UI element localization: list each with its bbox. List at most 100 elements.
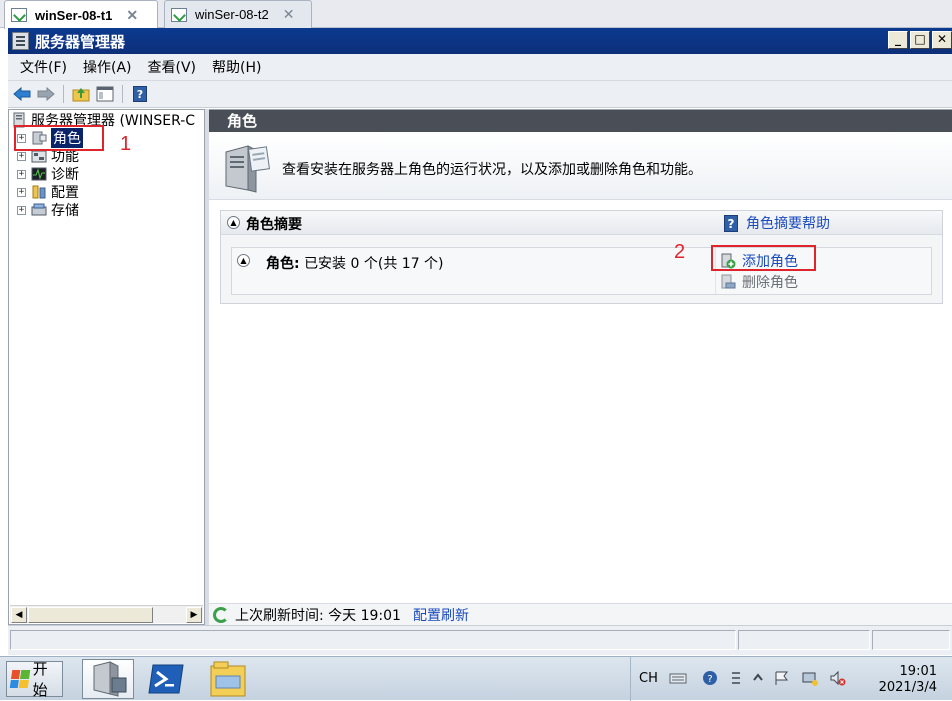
roles-status: 角色: 已安装 0 个(共 17 个): [266, 253, 444, 273]
scrollbar-thumb[interactable]: [28, 607, 153, 623]
pane-description: 查看安装在服务器上角色的运行状况，以及添加或删除角色和功能。: [209, 134, 952, 200]
roles-label: 角色:: [266, 256, 300, 272]
back-arrow-icon: [13, 87, 31, 101]
minimize-button[interactable]: _: [888, 31, 908, 49]
taskbar-powershell[interactable]: [140, 659, 192, 699]
storage-icon: [31, 203, 47, 216]
toolbar: ?: [8, 81, 952, 108]
configuration-icon: [32, 185, 46, 199]
toolbar-separator: [122, 85, 123, 103]
maximize-button[interactable]: □: [910, 31, 930, 49]
remove-roles-link[interactable]: 删除角色: [720, 272, 798, 292]
help-icon: ?: [133, 86, 147, 102]
collapse-icon[interactable]: ▲: [237, 254, 250, 267]
taskbar-file-explorer[interactable]: [202, 659, 254, 699]
server-manager-icon: [12, 32, 29, 50]
tray-options-icon[interactable]: [727, 670, 745, 686]
window-title-bar: 服务器管理器 _ □ ✕: [8, 28, 952, 54]
expand-icon[interactable]: +: [17, 151, 26, 161]
refresh-status: 上次刷新时间: 今天 19:01 配置刷新: [209, 603, 952, 625]
help-icon: ?: [724, 214, 738, 232]
start-button[interactable]: 开始: [6, 660, 63, 699]
roles-summary-help-link[interactable]: ? 角色摘要帮助: [724, 213, 830, 233]
server-roles-icon: [225, 145, 270, 193]
tree-item-label: 诊断: [51, 167, 79, 183]
powershell-icon: [148, 664, 184, 694]
tree-item-diagnostics[interactable]: + 诊断: [17, 165, 79, 183]
close-button[interactable]: ✕: [932, 31, 952, 49]
roles-count: 已安装 0 个(共 17 个): [304, 256, 444, 272]
clock-time: 19:01: [899, 664, 937, 679]
keyboard-icon[interactable]: [669, 670, 687, 686]
vm-tab-label: winSer-08-t1: [35, 7, 113, 23]
tree-item-label: 配置: [51, 185, 79, 201]
show-hide-console-tree-button[interactable]: [95, 84, 115, 104]
annotation-number-1: 1: [120, 133, 132, 155]
menu-action[interactable]: 操作(A): [75, 57, 140, 77]
roles-summary-section: ▲ 角色摘要 ? 角色摘要帮助 ▲ 角色: 已安装 0 个(共 17 个) 添加…: [220, 210, 943, 304]
taskbar: 开始 CH ? 19:01 2021/3/4: [0, 656, 952, 701]
menu-file[interactable]: 文件(F): [12, 57, 75, 77]
vm-tab-winser-08-t1[interactable]: winSer-08-t1 ✕: [4, 0, 158, 29]
close-icon[interactable]: ✕: [126, 7, 138, 24]
help-link-label: 角色摘要帮助: [746, 216, 830, 232]
help-circle-icon[interactable]: ?: [701, 670, 719, 686]
tree-item-label: 存储: [51, 203, 79, 219]
taskbar-server-manager[interactable]: [82, 659, 134, 699]
expand-icon[interactable]: +: [17, 187, 26, 197]
configure-refresh-link[interactable]: 配置刷新: [413, 605, 469, 625]
back-button[interactable]: [12, 84, 32, 104]
console-tree: 服务器管理器 (WINSER-C + 角色 + 功能 + 诊断 + 配置 + 存…: [8, 109, 205, 625]
section-title: 角色摘要: [246, 217, 302, 233]
tree-horizontal-scrollbar[interactable]: ◀ ▶: [10, 605, 203, 623]
status-cell: [738, 630, 870, 650]
toolbar-separator: [63, 85, 64, 103]
details-pane: 角色 查看安装在服务器上角色的运行状况，以及添加或删除角色和功能。 ▲ 角色摘要…: [209, 109, 952, 625]
diagnostics-icon: [31, 167, 47, 181]
language-indicator[interactable]: CH: [639, 671, 658, 686]
close-icon[interactable]: ✕: [283, 6, 295, 23]
expand-icon[interactable]: +: [17, 169, 26, 179]
svg-text:?: ?: [137, 88, 143, 101]
scroll-right-icon[interactable]: ▶: [186, 607, 202, 623]
tree-item-configuration[interactable]: + 配置: [17, 183, 79, 201]
vm-tab-strip: winSer-08-t1 ✕ winSer-08-t2 ✕: [0, 0, 952, 29]
vm-tab-winser-08-t2[interactable]: winSer-08-t2 ✕: [164, 0, 312, 28]
system-tray: CH ? 19:01 2021/3/4: [630, 657, 952, 701]
show-hidden-icons-icon[interactable]: [749, 670, 767, 686]
last-refresh-text: 上次刷新时间: 今天 19:01: [235, 607, 401, 624]
scroll-left-icon[interactable]: ◀: [11, 607, 27, 623]
window-title: 服务器管理器: [35, 32, 126, 51]
action-center-flag-icon[interactable]: [773, 670, 791, 686]
vm-tab-label: winSer-08-t2: [195, 7, 269, 22]
vm-icon: [11, 8, 27, 22]
server-manager-icon: [93, 661, 127, 697]
collapse-icon[interactable]: ▲: [227, 216, 240, 229]
forward-button[interactable]: [36, 84, 56, 104]
annotation-box-add-roles: [711, 245, 816, 271]
tree-item-storage[interactable]: + 存储: [17, 201, 79, 219]
pane-description-text: 查看安装在服务器上角色的运行状况，以及添加或删除角色和功能。: [282, 162, 702, 178]
menu-view[interactable]: 查看(V): [140, 57, 205, 77]
section-header: ▲ 角色摘要 ? 角色摘要帮助: [221, 211, 942, 235]
status-cell: [10, 630, 736, 650]
clock-date: 2021/3/4: [878, 680, 937, 695]
volume-muted-icon[interactable]: [829, 670, 847, 686]
expand-icon[interactable]: +: [17, 205, 26, 215]
clock[interactable]: 19:01 2021/3/4: [869, 664, 937, 696]
annotation-number-2: 2: [674, 241, 686, 263]
console-tree-icon: [96, 86, 114, 102]
folder-up-icon: [72, 88, 90, 102]
network-icon[interactable]: [801, 670, 819, 686]
up-one-level-button[interactable]: [71, 84, 91, 104]
help-button[interactable]: ?: [130, 84, 150, 104]
vm-icon: [171, 7, 187, 22]
forward-arrow-icon: [37, 87, 55, 101]
menu-bar: 文件(F) 操作(A) 查看(V) 帮助(H): [8, 54, 952, 81]
status-cell: [872, 630, 950, 650]
folder-icon: [210, 661, 246, 697]
windows-logo-icon: [9, 670, 30, 688]
pane-title: 角色: [209, 110, 952, 132]
roles-status-box: ▲ 角色: 已安装 0 个(共 17 个) 添加角色 删除角色: [231, 247, 932, 295]
menu-help[interactable]: 帮助(H): [204, 57, 269, 77]
